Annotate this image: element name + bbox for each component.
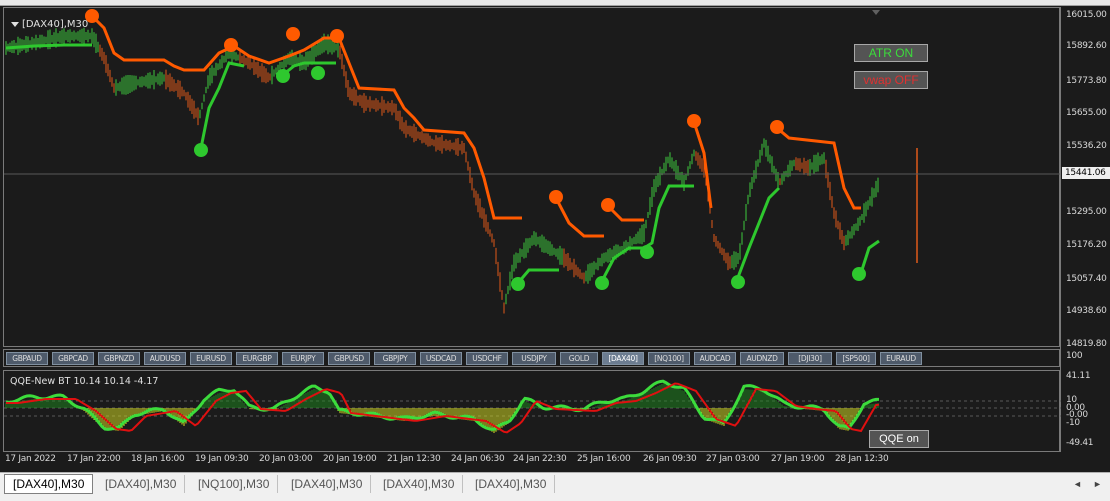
sell-signal-dot: [549, 190, 563, 204]
buy-signal-dot: [595, 276, 609, 290]
buy-signal-dot: [731, 275, 745, 289]
qqe-indicator-panel[interactable]: QQE-New BT 10.14 10.14 -4.17 QQE on: [3, 370, 1061, 452]
time-label: 18 Jan 16:00: [131, 454, 185, 464]
price-label: 14938.60: [1066, 306, 1107, 316]
chart-tab[interactable]: [NQ100],M30: [190, 475, 279, 493]
price-label: 14819.80: [1066, 339, 1107, 349]
symbol-button[interactable]: GBPCAD: [52, 352, 94, 365]
sell-signal-dot: [601, 198, 615, 212]
buy-signal-dot: [276, 69, 290, 83]
buy-signal-dot: [194, 143, 208, 157]
sell-signal-dot: [687, 114, 701, 128]
chart-symbol-title[interactable]: [DAX40],M30: [11, 19, 88, 30]
dropdown-arrow-icon[interactable]: [11, 21, 19, 27]
trailing-stop-line-red: [90, 14, 522, 220]
symbol-button[interactable]: USDCAD: [420, 352, 462, 365]
symbol-button[interactable]: GBPAUD: [6, 352, 48, 365]
symbol-button[interactable]: GBPUSD: [328, 352, 370, 365]
symbol-button[interactable]: GBPNZD: [98, 352, 140, 365]
symbol-button[interactable]: [DJI30]: [788, 352, 832, 365]
main-chart-panel[interactable]: [DAX40],M30 ATR ON vwap OFF: [3, 7, 1061, 347]
time-label: 28 Jan 12:30: [835, 454, 889, 464]
trailing-stop-line-red: [554, 197, 604, 238]
symbol-button-bar: GBPAUD GBPCAD GBPNZD AUDUSD EURUSD EURGBP EURJ…: [3, 349, 1060, 367]
time-label: 25 Jan 16:00: [577, 454, 631, 464]
qqe-toggle-button[interactable]: QQE on: [869, 430, 929, 448]
chart-title-text: [DAX40],M30: [22, 19, 89, 30]
symbol-button[interactable]: USDJPY: [512, 352, 556, 365]
current-price-tag: 15441.06: [1062, 167, 1110, 179]
trailing-stop-line-green: [859, 239, 880, 274]
symbol-button[interactable]: EURUSD: [190, 352, 232, 365]
tab-scroll-right-icon[interactable]: ►: [1093, 479, 1102, 489]
symbol-button[interactable]: USDCHF: [466, 352, 508, 365]
symbol-button[interactable]: AUDCAD: [694, 352, 736, 365]
symbol-button[interactable]: [NQ100]: [648, 352, 690, 365]
window-top-strip: [0, 0, 1110, 6]
price-label: 16015.00: [1066, 10, 1107, 20]
sell-signal-dot: [330, 29, 344, 43]
symbol-button[interactable]: [DAX40]: [602, 352, 644, 365]
time-label: 27 Jan 19:00: [771, 454, 825, 464]
symbol-button[interactable]: EURJPY: [282, 352, 324, 365]
buy-signal-dot: [640, 245, 654, 259]
time-label: 21 Jan 12:30: [387, 454, 441, 464]
atr-toggle-button[interactable]: ATR ON: [854, 44, 928, 62]
sub-axis-label: -49.41: [1066, 438, 1094, 448]
symbol-button[interactable]: AUDUSD: [144, 352, 186, 365]
tab-scroll-left-icon[interactable]: ◄: [1073, 479, 1082, 489]
buy-signal-dot: [311, 66, 325, 80]
time-label: 27 Jan 03:00: [706, 454, 760, 464]
time-axis[interactable]: 17 Jan 2022 17 Jan 22:00 18 Jan 16:00 19 Ja…: [3, 452, 1060, 468]
time-label: 17 Jan 2022: [5, 454, 56, 464]
price-axis[interactable]: 16015.00 15892.60 15773.80 15655.00 1553…: [1060, 7, 1110, 452]
sell-signal-dot: [286, 27, 300, 41]
buy-signal-dot: [852, 267, 866, 281]
symbol-button[interactable]: [SP500]: [836, 352, 876, 365]
chart-tab-strip: [DAX40],M30 [DAX40],M30 [NQ100],M30 [DAX…: [0, 472, 1110, 501]
time-label: 26 Jan 09:30: [643, 454, 697, 464]
symbol-button[interactable]: EURGBP: [236, 352, 278, 365]
sub-axis-label: -10: [1066, 418, 1080, 428]
chart-tab[interactable]: [DAX40],M30: [375, 475, 464, 493]
time-label: 17 Jan 22:00: [67, 454, 121, 464]
chart-tab[interactable]: [DAX40],M30: [467, 475, 556, 493]
trailing-stop-line-green: [5, 43, 92, 50]
price-label: 15295.00: [1066, 207, 1107, 217]
price-label: 15057.40: [1066, 274, 1107, 284]
symbol-button[interactable]: AUDNZD: [740, 352, 784, 365]
price-label: 15892.60: [1066, 41, 1107, 51]
buy-signal-dot: [511, 277, 525, 291]
chart-tab[interactable]: [DAX40],M30: [97, 475, 186, 493]
sell-signal-dot: [770, 120, 784, 134]
symbol-button[interactable]: GBPJPY: [374, 352, 416, 365]
trailing-stop-line-red: [607, 205, 644, 222]
time-label: 19 Jan 09:30: [195, 454, 249, 464]
price-label: 15773.80: [1066, 76, 1107, 86]
trailing-stop-line-green: [600, 184, 694, 282]
time-label: 24 Jan 22:30: [513, 454, 567, 464]
chart-tab[interactable]: [DAX40],M30: [4, 474, 94, 494]
trailing-stop-line-green: [735, 186, 781, 281]
price-label: 15176.20: [1066, 240, 1107, 250]
chart-tab[interactable]: [DAX40],M30: [283, 475, 372, 493]
time-label: 24 Jan 06:30: [451, 454, 505, 464]
time-label: 20 Jan 19:00: [323, 454, 377, 464]
vwap-toggle-button[interactable]: vwap OFF: [854, 71, 928, 89]
price-label: 15655.00: [1066, 108, 1107, 118]
chart-shift-marker-icon: [872, 10, 880, 15]
trailing-stop-line-green: [199, 61, 245, 149]
sub-axis-label: 100: [1066, 351, 1083, 361]
symbol-button[interactable]: EURAUD: [880, 352, 922, 365]
symbol-button[interactable]: GOLD: [560, 352, 598, 365]
qqe-title: QQE-New BT 10.14 10.14 -4.17: [10, 376, 159, 387]
time-label: 20 Jan 03:00: [259, 454, 313, 464]
sub-axis-label: 41.11: [1066, 371, 1091, 381]
sell-signal-dot: [224, 38, 238, 52]
price-label: 15536.20: [1066, 141, 1107, 151]
